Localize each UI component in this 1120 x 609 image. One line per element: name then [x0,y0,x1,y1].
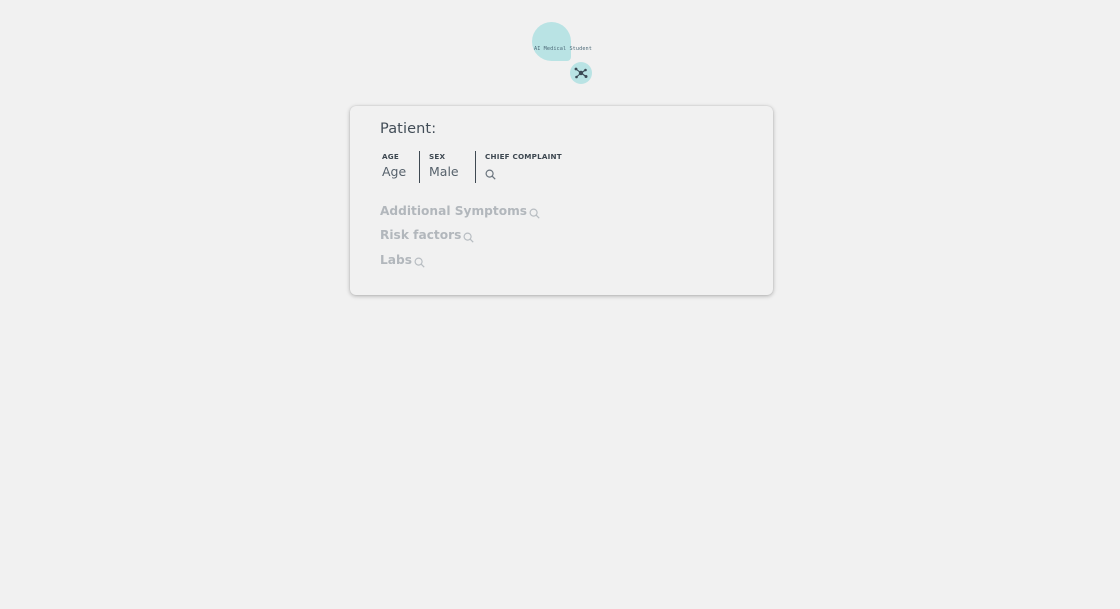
age-input[interactable]: Age [382,164,406,179]
age-field[interactable]: AGE Age [382,151,406,184]
network-nodes-icon [574,67,588,79]
logo-speech-bubble [532,22,571,61]
search-icon[interactable] [463,232,475,246]
additional-symptoms-label: Additional Symptoms [380,204,528,218]
chief-complaint-label: CHIEF COMPLAINT [485,152,562,161]
logo-network-badge [570,62,592,84]
labs-section[interactable]: Labs [380,253,425,271]
search-icon[interactable] [414,257,425,271]
search-icon[interactable] [485,165,496,184]
sex-select[interactable]: Male [429,164,459,179]
labs-label: Labs [380,253,412,267]
patient-title: Patient: [380,121,437,137]
patient-card: Patient: AGE Age SEX Male CHIEF COMPLAIN… [350,106,773,295]
chief-complaint-field[interactable]: CHIEF COMPLAINT [485,151,605,184]
search-icon[interactable] [529,208,540,222]
sex-field[interactable]: SEX Male [429,151,459,184]
app-logo[interactable]: AI Medical Student [531,22,595,84]
logo-text: AI Medical Student [533,46,593,52]
risk-factors-section[interactable]: Risk factors [380,228,475,246]
age-label: AGE [382,152,399,161]
app-page: AI Medical Student Patient: AGE Age SEX … [0,0,1120,609]
risk-factors-label: Risk factors [380,228,462,242]
additional-symptoms-section[interactable]: Additional Symptoms [380,204,540,222]
field-divider [475,151,476,183]
sex-label: SEX [429,152,446,161]
field-divider [419,151,420,183]
